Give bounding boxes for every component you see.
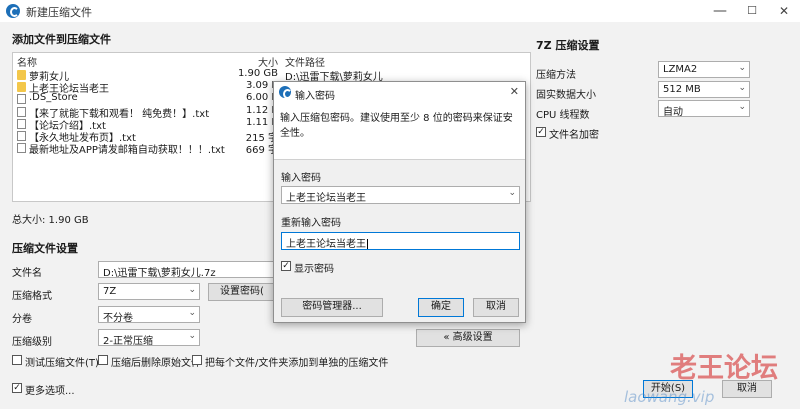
password-dialog: 输入密码 ✕ 输入压缩包密码。建议使用至少 8 位的密码来保证安全性。 输入密码… — [273, 81, 526, 323]
chevron-down-icon: ⌄ — [188, 285, 196, 295]
header-size[interactable]: 大小 — [258, 54, 278, 69]
level-select[interactable]: 2-正常压缩 ⌄ — [98, 329, 200, 347]
level-label: 压缩级别 — [12, 337, 52, 348]
filename-input[interactable]: D:\迅雷下载\萝莉女儿.7z — [98, 261, 276, 278]
dict-label: 固实数据大小 — [536, 90, 596, 101]
minimize-button[interactable]: — — [708, 2, 732, 20]
file-name: 最新地址及APP请发邮箱自动获取！！！.txt — [29, 145, 225, 157]
password-manager-button[interactable]: 密码管理器... — [281, 298, 383, 317]
dialog-hint: 输入压缩包密码。建议使用至少 8 位的密码来保证安全性。 — [280, 113, 513, 139]
dialog-close-button[interactable]: ✕ — [510, 85, 519, 98]
dialog-app-icon — [279, 86, 292, 99]
dialog-title: 输入密码 — [295, 91, 335, 102]
dialog-ok-button[interactable]: 确定 — [418, 298, 464, 317]
more-options-checkbox[interactable]: ✓ — [12, 383, 22, 393]
delete-after-checkbox[interactable] — [98, 355, 108, 365]
encrypt-names-checkbox[interactable]: ✓ — [536, 127, 546, 137]
advanced-settings-button[interactable]: « 高级设置 — [416, 329, 520, 347]
folder-icon — [17, 70, 26, 80]
encrypt-names-label: 文件名加密 — [549, 130, 599, 141]
threads-value: 自动 — [663, 107, 683, 118]
chevron-down-icon: ⌄ — [738, 83, 746, 93]
level-value: 2-正常压缩 — [103, 336, 153, 347]
repeat-password-value: 上老王论坛当老王 — [286, 239, 366, 250]
filename-label: 文件名 — [12, 268, 42, 279]
settings-title: 压缩文件设置 — [12, 242, 78, 255]
method-label: 压缩方法 — [536, 70, 576, 81]
each-separate-label: 把每个文件/文件夹添加到单独的压缩文件 — [205, 358, 389, 369]
chevron-down-icon: ⌄ — [188, 308, 196, 318]
add-files-title: 添加文件到压缩文件 — [12, 33, 111, 46]
threads-label: CPU 线程数 — [536, 110, 590, 121]
set-password-button[interactable]: 设置密码( — [208, 283, 276, 301]
dialog-cancel-button[interactable]: 取消 — [473, 298, 519, 317]
window-title: 新建压缩文件 — [26, 6, 92, 19]
each-separate-checkbox[interactable] — [192, 355, 202, 365]
dict-value: 512 MB — [663, 84, 701, 95]
split-label: 分卷 — [12, 314, 32, 325]
password-input[interactable]: 上老王论坛当老王 ⌄ — [281, 186, 520, 204]
show-password-checkbox[interactable]: ✓ — [281, 261, 291, 271]
delete-after-label: 压缩后删除原始文件 — [111, 358, 201, 369]
threads-select[interactable]: 自动 ⌄ — [658, 100, 750, 118]
repeat-password-input[interactable]: 上老王论坛当老王 — [281, 232, 520, 250]
password-value: 上老王论坛当老王 — [286, 193, 366, 204]
show-password-label: 显示密码 — [294, 264, 334, 275]
header-path[interactable]: 文件路径 — [285, 54, 325, 69]
watermark-text: 老王论坛 — [670, 353, 778, 384]
dialog-titlebar: 输入密码 ✕ — [274, 82, 525, 104]
method-value: LZMA2 — [663, 64, 698, 75]
repeat-password-label: 重新输入密码 — [281, 218, 341, 229]
app-icon — [6, 4, 20, 18]
format-label: 压缩格式 — [12, 291, 52, 302]
password-label: 输入密码 — [281, 173, 321, 184]
format-value: 7Z — [103, 286, 117, 297]
text-cursor — [367, 239, 368, 249]
chevron-down-icon: ⌄ — [738, 63, 746, 73]
file-size: 1.90 GB — [237, 68, 278, 79]
test-archive-label: 测试压缩文件(T) — [25, 358, 99, 369]
maximize-button[interactable]: ☐ — [740, 2, 764, 20]
method-select[interactable]: LZMA2 ⌄ — [658, 61, 750, 78]
file-icon — [17, 143, 26, 154]
chevron-down-icon: ⌄ — [508, 188, 516, 198]
close-button[interactable]: ✕ — [772, 2, 796, 20]
seven-z-title: 7Z 压缩设置 — [536, 39, 600, 52]
file-icon — [17, 94, 26, 105]
test-archive-checkbox[interactable] — [12, 355, 22, 365]
dialog-header: 输入压缩包密码。建议使用至少 8 位的密码来保证安全性。 — [274, 104, 525, 160]
split-select[interactable]: 不分卷 ⌄ — [98, 306, 200, 324]
watermark-url: laowang.vip — [624, 388, 715, 406]
folder-icon — [17, 82, 26, 93]
file-list-header: 名称 大小 文件路径 — [13, 53, 530, 69]
total-size: 总大小: 1.90 GB — [12, 215, 89, 226]
file-icon — [17, 106, 26, 117]
file-name: .DS_Store — [29, 92, 78, 104]
window-titlebar: 新建压缩文件 — ☐ ✕ — [0, 0, 800, 22]
dict-select[interactable]: 512 MB ⌄ — [658, 81, 750, 98]
header-name[interactable]: 名称 — [17, 54, 37, 69]
more-options-label: 更多选项... — [25, 386, 75, 397]
format-select[interactable]: 7Z ⌄ — [98, 283, 200, 300]
chevron-down-icon: ⌄ — [738, 102, 746, 112]
chevron-down-icon: ⌄ — [188, 331, 196, 341]
split-value: 不分卷 — [103, 313, 133, 324]
file-icon — [17, 118, 26, 129]
file-icon — [17, 131, 26, 141]
